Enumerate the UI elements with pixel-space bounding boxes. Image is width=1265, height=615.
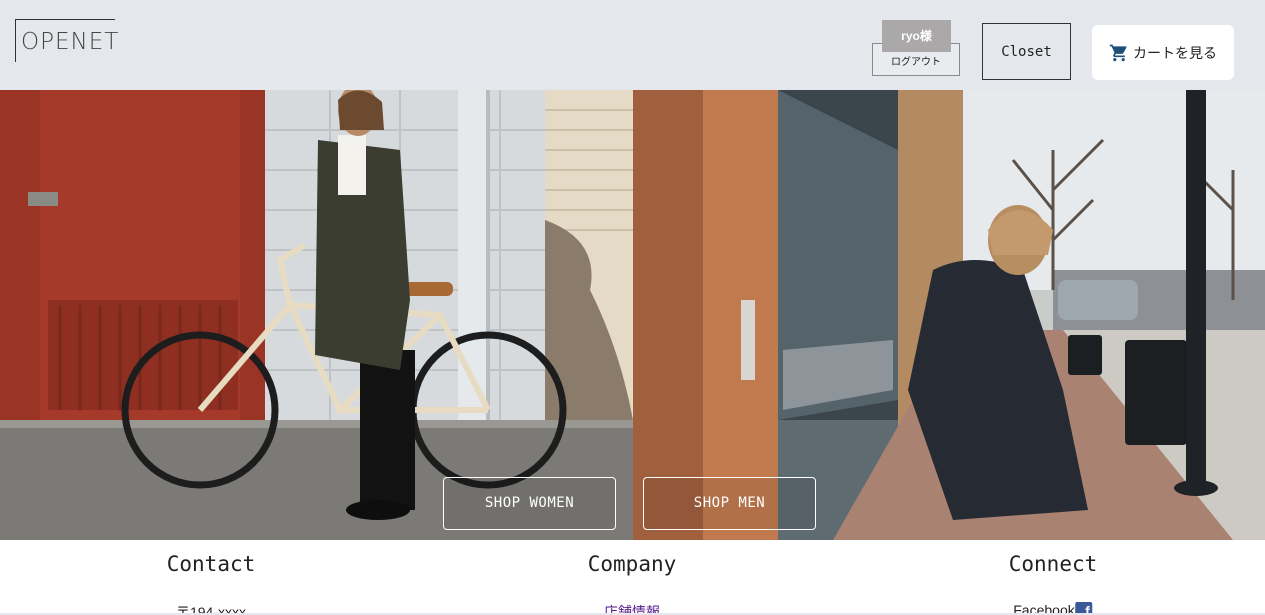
shop-women-button[interactable]: SHOP WOMEN bbox=[443, 477, 616, 530]
site-header: OPENET ログアウト ryo様 Closet カートを見る bbox=[0, 0, 1265, 90]
men-photo bbox=[633, 90, 1265, 540]
user-box: ログアウト ryo様 bbox=[872, 20, 960, 76]
contact-title: Contact bbox=[166, 552, 256, 576]
view-cart-button[interactable]: カートを見る bbox=[1092, 25, 1234, 80]
logo-text: OPENET bbox=[21, 29, 120, 55]
site-logo[interactable]: OPENET bbox=[15, 19, 118, 62]
hero-women[interactable]: SHOP WOMEN bbox=[0, 90, 633, 540]
logout-label: ログアウト bbox=[891, 57, 941, 68]
shop-men-button[interactable]: SHOP MEN bbox=[643, 477, 816, 530]
cart-label: カートを見る bbox=[1133, 44, 1217, 61]
hero-men[interactable]: SHOP MEN bbox=[633, 90, 1265, 540]
company-title: Company bbox=[587, 552, 677, 576]
connect-title: Connect bbox=[1008, 552, 1098, 576]
user-name-badge: ryo様 bbox=[882, 20, 951, 52]
closet-button[interactable]: Closet bbox=[982, 23, 1071, 80]
site-footer: Contact Company Connect 〒194-xxxx 店舗情報 F… bbox=[0, 540, 1265, 615]
women-photo bbox=[0, 90, 633, 540]
cart-icon bbox=[1109, 44, 1127, 61]
